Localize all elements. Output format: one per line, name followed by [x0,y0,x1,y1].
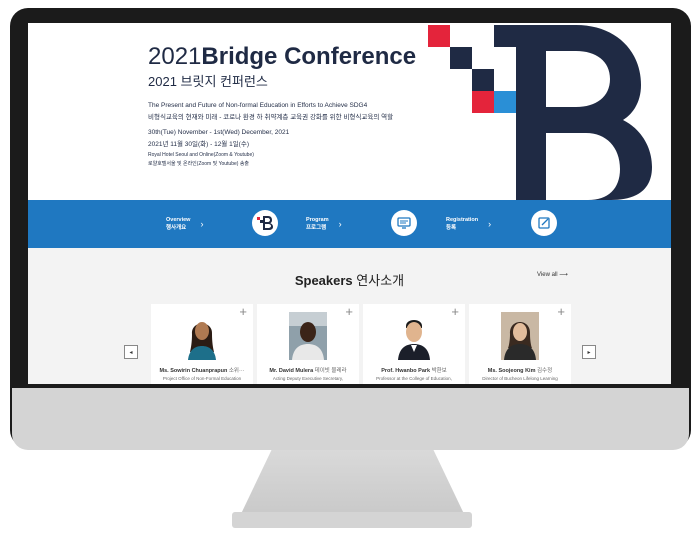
plus-icon[interactable]: + [239,305,247,319]
conference-title: 2021Bridge Conference [148,43,416,71]
speakers-section: Speakers 연사소개 View all ⟶ ◂ ▸ + Ms. Sowir… [28,248,671,384]
speaker-card[interactable]: + Ms. Sowirin Chuanprapun 소위··· Project … [151,304,253,384]
chevron-right-icon: › [200,219,204,229]
nav-overview[interactable]: Overview 행사개요 › [166,213,203,235]
speakers-heading-ko: 연사소개 [356,273,405,288]
conference-subtitle: 2021 브릿지 컨퍼런스 [148,74,268,89]
date-english: 30th(Tue) November - 1st(Wed) December, … [148,129,290,136]
nav-registration-en: Registration [446,217,479,223]
monitor-stand [240,450,465,516]
theme-english: The Present and Future of Non-formal Edu… [148,102,368,109]
chevron-right-icon: › [338,219,342,229]
date-korean: 2021년 11월 30일(화) - 12월 1일(수) [148,141,249,148]
chevron-right-icon: › [488,219,492,229]
speaker-name-en: Ms. Soojeong Kim [487,368,536,374]
website-screen: 2021Bridge Conference 2021 브릿지 컨퍼런스 The … [28,23,671,384]
theme-korean: 비형식교육의 현재와 미래 - 코로나 환경 하 취약계층 교육권 강화를 위한… [148,114,394,121]
nav-registration-ko: 등록 [446,225,457,231]
carousel-prev-button[interactable]: ◂ [124,345,138,359]
speaker-photo [183,312,221,360]
plus-icon[interactable]: + [451,305,459,319]
speaker-name-ko: 김수정 [537,368,553,374]
nav-program-ko: 프로그램 [306,225,327,231]
speaker-photo [395,312,433,360]
nav-overview-en: Overview [166,217,191,223]
speaker-role: Professor at the College of Education, [376,376,452,381]
speaker-photo [501,312,539,360]
carousel-next-button[interactable]: ▸ [582,345,596,359]
view-all-link[interactable]: View all ⟶ [537,271,568,278]
speaker-card[interactable]: + Ms. Soojeong Kim 김수정 Director of Buche… [469,304,571,384]
conference-name: Bridge Conference [201,43,417,70]
speaker-card[interactable]: + Prof. Hwanbo Park 박환보 Professor at the… [363,304,465,384]
monitor-stand-base [232,512,472,528]
bridge-logo-icon[interactable] [252,210,278,236]
speaker-name-ko: 소위··· [228,368,245,374]
speaker-card[interactable]: + Mr. David Mulera 데이빗 물레라 Acting Deputy… [257,304,359,384]
conference-year: 2021 [148,43,202,70]
speaker-photo [289,312,327,360]
nav-program[interactable]: Program 프로그램 › [306,213,342,235]
speaker-role: Acting Deputy Executive Secretary, [272,376,344,381]
edit-form-icon[interactable] [531,210,557,236]
speaker-name: Mr. David Mulera 데이빗 물레라 [257,366,359,374]
nav-program-en: Program [306,217,329,223]
hero-banner: 2021Bridge Conference 2021 브릿지 컨퍼런스 The … [28,23,671,200]
plus-icon[interactable]: + [557,305,565,319]
speaker-name-en: Mr. David Mulera [269,368,314,374]
bridge-b-logo [428,25,652,200]
speaker-name: Ms. Sowirin Chuanprapun 소위··· [151,366,253,374]
speaker-name: Prof. Hwanbo Park 박환보 [363,366,465,374]
speakers-heading: Speakers 연사소개 [28,270,671,289]
plus-icon[interactable]: + [345,305,353,319]
monitor-chin [12,388,689,450]
speaker-name-ko: 박환보 [431,368,447,374]
nav-overview-ko: 행사개요 [166,225,187,231]
speakers-heading-en: Speakers [294,273,353,288]
speaker-name-ko: 데이빗 물레라 [314,368,347,374]
venue-korean: 로얄호텔서울 및 온라인(Zoom 및 Youtube) 송출 [148,161,250,167]
speaker-name-en: Ms. Sowirin Chuanprapun [159,368,228,374]
speaker-name: Ms. Soojeong Kim 김수정 [469,366,571,374]
monitor-icon[interactable] [391,210,417,236]
speaker-name-en: Prof. Hwanbo Park [381,368,431,374]
quick-nav-bar: Overview 행사개요 › Program 프로그램 › Registrat… [28,200,671,248]
speaker-role: Project Office of Non-Formal Education [162,376,242,381]
speaker-role: Director of Bucheon Lifelong Learning [482,376,558,381]
nav-registration[interactable]: Registration 등록 › [446,213,491,235]
venue-english: Royal Hotel Seoul and Online(Zoom & Yout… [148,152,254,158]
